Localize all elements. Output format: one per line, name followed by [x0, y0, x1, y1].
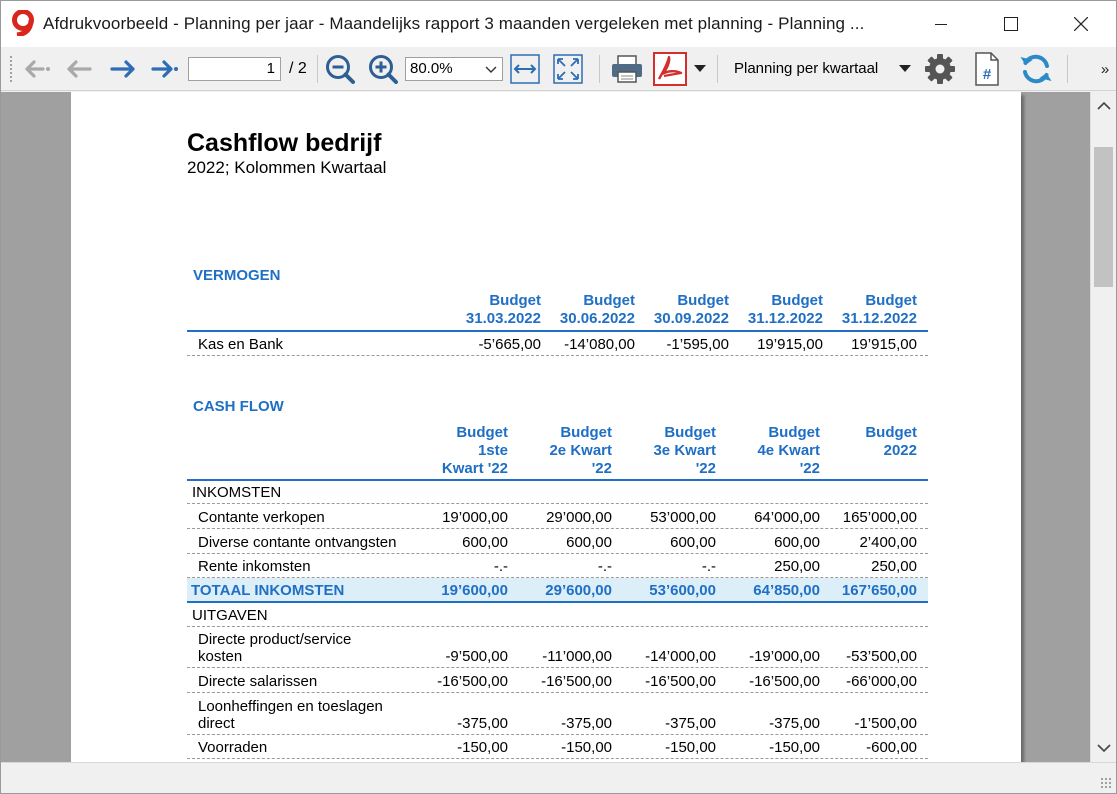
- next-page-button[interactable]: [105, 51, 141, 87]
- close-button[interactable]: [1046, 1, 1116, 47]
- vermogen-column-header: Budget 30.09.2022: [653, 292, 729, 327]
- gear-icon: [925, 54, 955, 84]
- toolbar-overflow-button[interactable]: »: [1095, 51, 1115, 87]
- fit-page-button[interactable]: [550, 51, 586, 87]
- toolbar-separator: [717, 55, 718, 83]
- scrollbar-thumb[interactable]: [1094, 147, 1113, 287]
- zoom-in-icon: [369, 55, 398, 84]
- report-subtitle: 2022; Kolommen Kwartaal: [187, 158, 387, 177]
- vertical-scrollbar[interactable]: [1090, 92, 1116, 762]
- section-title-cashflow: CASH FLOW: [193, 398, 284, 415]
- print-button[interactable]: [607, 51, 647, 87]
- group-row-uitgaven: UITGAVEN: [187, 603, 928, 627]
- table-row: Contante verkopen 19’000,00 29’000,00 53…: [187, 504, 928, 529]
- chevron-down-icon: [485, 66, 497, 73]
- toolbar-separator: [599, 55, 600, 83]
- vermogen-column-header: Budget 31.12.2022: [841, 292, 917, 327]
- preview-area: Cashflow bedrijf 2022; Kolommen Kwartaal…: [1, 92, 1116, 762]
- caret-down-icon: [694, 65, 706, 72]
- scroll-down-arrow-icon[interactable]: [1097, 743, 1111, 753]
- total-row-inkomsten: TOTAAL INKOMSTEN 19’600,00 29’600,00 53’…: [187, 578, 928, 603]
- planning-select[interactable]: Planning per kwartaal: [727, 55, 915, 83]
- vermogen-column-header: Budget 31.03.2022: [465, 292, 541, 327]
- cashflow-column-header: Budget 4e Kwart '22: [757, 424, 820, 477]
- zoom-in-button[interactable]: [365, 51, 401, 87]
- minimize-icon: [935, 24, 947, 25]
- toolbar-grip[interactable]: [9, 55, 13, 83]
- zoom-out-icon: [326, 55, 355, 84]
- export-options-dropdown[interactable]: [691, 51, 709, 87]
- table-row: Diverse contante ontvangsten 600,00 600,…: [187, 529, 928, 554]
- print-preview-window: Afdrukvoorbeeld - Planning per jaar - Ma…: [0, 0, 1117, 794]
- resize-grip-icon[interactable]: [1100, 777, 1112, 789]
- arrow-first-icon: [25, 60, 50, 78]
- caret-down-icon: [899, 65, 911, 72]
- vermogen-column-header: Budget 30.06.2022: [559, 292, 635, 327]
- refresh-icon: [1020, 54, 1052, 84]
- app-logo-icon: [12, 10, 34, 36]
- status-bar: [1, 762, 1116, 793]
- toolbar-separator: [317, 55, 318, 83]
- group-row-inkomsten: INKOMSTEN: [187, 481, 928, 504]
- arrow-left-icon: [67, 60, 92, 78]
- scroll-up-arrow-icon[interactable]: [1097, 101, 1111, 111]
- first-page-button[interactable]: [19, 51, 55, 87]
- table-row: Rente inkomsten -.- -.- -.- 250,00 250,0…: [187, 554, 928, 578]
- table-row: Voorraden -150,00 -150,00 -150,00 -150,0…: [187, 735, 928, 759]
- page-number-input[interactable]: 1: [188, 57, 281, 81]
- settings-button[interactable]: [921, 51, 959, 87]
- maximize-button[interactable]: [976, 1, 1046, 47]
- table-row: Loonheffingen en toeslagen direct -375,0…: [187, 693, 928, 735]
- toolbar-separator: [1067, 55, 1068, 83]
- hash-document-icon: #: [975, 52, 999, 86]
- table-row: Kas en Bank -5’665,00 -14’080,00 -1’595,…: [187, 332, 928, 356]
- cashflow-column-header: Budget 3e Kwart '22: [653, 424, 716, 477]
- window-title: Afdrukvoorbeeld - Planning per jaar - Ma…: [43, 14, 865, 33]
- printer-icon: [612, 55, 642, 83]
- table-row: Directe product/service kosten -9’500,00…: [187, 627, 928, 668]
- arrow-right-icon: [110, 60, 135, 78]
- export-pdf-button[interactable]: [651, 51, 689, 87]
- close-icon: [1074, 17, 1088, 31]
- minimize-button[interactable]: [906, 1, 976, 47]
- preview-page: Cashflow bedrijf 2022; Kolommen Kwartaal…: [71, 92, 1021, 762]
- previous-page-button[interactable]: [61, 51, 97, 87]
- svg-text:#: #: [983, 66, 992, 83]
- cashflow-column-header: Budget 2e Kwart '22: [549, 424, 612, 477]
- zoom-select[interactable]: 80.0%: [405, 57, 503, 81]
- cashflow-column-header: Budget 1ste Kwart '22: [441, 424, 508, 477]
- planning-select-value: Planning per kwartaal: [734, 60, 879, 77]
- page-number-format-button[interactable]: #: [969, 51, 1005, 87]
- zoom-value: 80.0%: [410, 60, 453, 77]
- report-title: Cashflow bedrijf: [187, 129, 382, 157]
- cashflow-column-header: Budget 2022: [865, 424, 917, 459]
- maximize-icon: [1004, 17, 1018, 31]
- arrow-last-icon: [151, 60, 178, 78]
- title-bar: Afdrukvoorbeeld - Planning per jaar - Ma…: [1, 1, 1116, 47]
- vermogen-column-header: Budget 31.12.2022: [747, 292, 823, 327]
- fit-width-icon: [510, 54, 540, 84]
- zoom-out-button[interactable]: [322, 51, 358, 87]
- refresh-button[interactable]: [1016, 51, 1056, 87]
- page-total-label: / 2: [289, 60, 307, 77]
- fit-page-icon: [553, 54, 583, 84]
- last-page-button[interactable]: [147, 51, 183, 87]
- fit-width-button[interactable]: [507, 51, 543, 87]
- toolbar: 1 / 2 80.0% Planning per kwartaal # »: [1, 47, 1116, 91]
- section-title-vermogen: VERMOGEN: [193, 267, 281, 284]
- table-row: Directe salarissen -16’500,00 -16’500,00…: [187, 668, 928, 693]
- pdf-icon: [653, 52, 687, 86]
